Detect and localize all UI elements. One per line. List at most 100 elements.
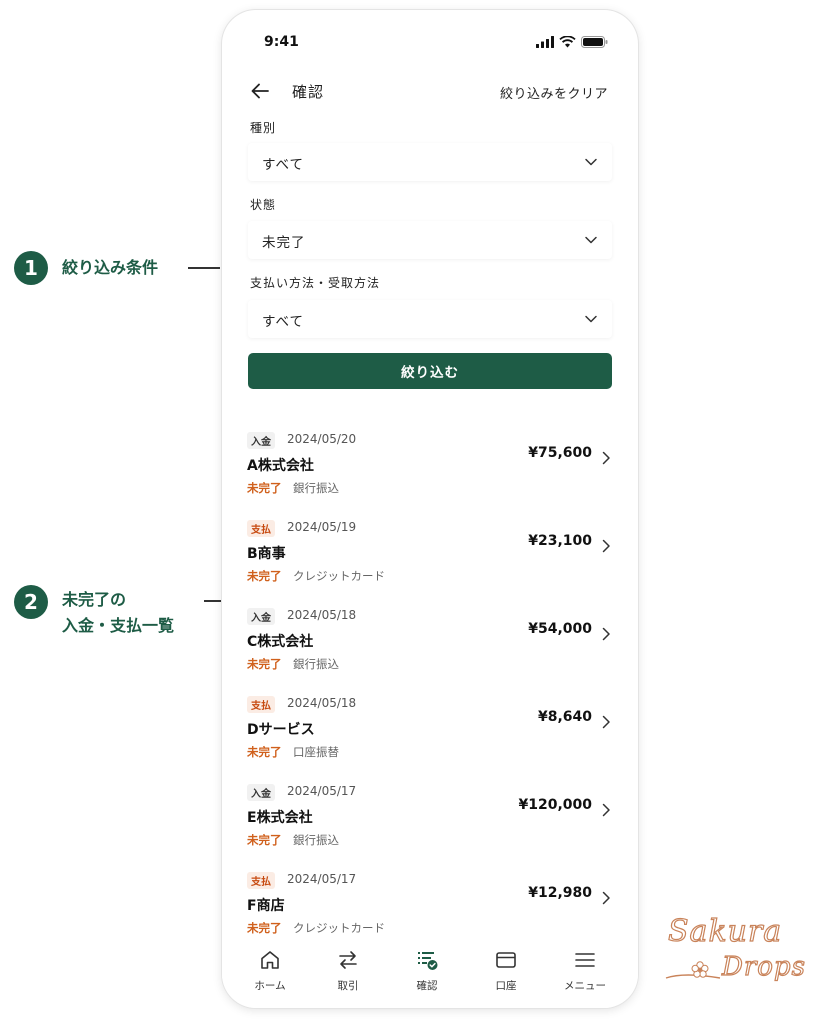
item-method: 銀行振込 (293, 657, 339, 671)
nav-label: 口座 (495, 980, 517, 992)
arrow-left-icon[interactable] (249, 80, 271, 102)
item-date: 2024/05/19 (287, 520, 357, 534)
item-date: 2024/05/20 (287, 432, 357, 446)
signal-icon (536, 36, 554, 48)
nav-label: 取引 (337, 980, 359, 992)
item-name: C株式会社 (247, 634, 314, 650)
item-status: 未完了 (247, 481, 282, 495)
item-date: 2024/05/18 (287, 608, 357, 622)
item-method: クレジットカード (293, 921, 385, 935)
chevron-down-icon (585, 236, 597, 244)
sakura-drops-logo: Sakura Drops (662, 912, 812, 988)
type-badge: 支払 (247, 872, 275, 889)
chevron-down-icon (585, 158, 597, 166)
logo-text-line2: Drops (721, 951, 806, 982)
item-method: クレジットカード (293, 569, 385, 583)
nav-label: 確認 (416, 980, 438, 992)
select-value: すべて (262, 314, 305, 330)
annotation-text: 絞り込み条件 (62, 258, 159, 277)
nav-item-confirm[interactable]: 確認 (388, 948, 466, 1003)
annotation-text-line1: 未完了の (62, 590, 127, 609)
item-status: 未完了 (247, 569, 282, 583)
type-badge: 支払 (247, 520, 275, 537)
nav-item-home[interactable]: ホーム (231, 948, 309, 1003)
nav-label: ホーム (254, 980, 286, 992)
item-amount: ¥23,100 (528, 533, 592, 549)
item-method: 口座振替 (293, 745, 339, 759)
annotation-filter-conditions: 1 絞り込み条件 (14, 251, 158, 285)
bottom-navigation: ホーム 取引 確認 口座 メニュー (222, 940, 638, 1008)
list-item[interactable]: 支払 2024/05/18 Dサービス 未完了 口座振替 ¥8,640 (222, 690, 638, 778)
transfer-icon (339, 951, 357, 969)
item-name: F商店 (247, 898, 285, 914)
item-date: 2024/05/17 (287, 872, 357, 886)
annotation-connector (204, 600, 222, 602)
sakura-flower-icon (665, 961, 721, 979)
chevron-right-icon (602, 891, 610, 905)
item-name: B商事 (247, 546, 286, 562)
item-amount: ¥54,000 (528, 621, 592, 637)
home-icon (261, 951, 279, 969)
filter-label-status: 状態 (250, 198, 277, 212)
header: 確認 絞り込みをクリア (222, 68, 638, 114)
nav-item-menu[interactable]: メニュー (546, 948, 624, 1003)
type-badge: 入金 (247, 784, 275, 801)
chevron-right-icon (602, 627, 610, 641)
checklist-icon (418, 952, 438, 970)
method-select[interactable]: すべて (248, 300, 612, 338)
filter-label-type: 種別 (250, 121, 277, 135)
item-status: 未完了 (247, 657, 282, 671)
item-name: E株式会社 (247, 810, 313, 826)
item-amount: ¥75,600 (528, 445, 592, 461)
item-status: 未完了 (247, 921, 282, 935)
annotation-number: 1 (14, 251, 48, 285)
item-amount: ¥8,640 (537, 709, 592, 725)
item-name: A株式会社 (247, 458, 314, 474)
logo-text-line1: Sakura (667, 913, 783, 949)
status-bar: 9:41 (222, 10, 638, 70)
list-item[interactable]: 入金 2024/05/17 E株式会社 未完了 銀行振込 ¥120,000 (222, 778, 638, 866)
menu-icon (575, 953, 595, 967)
annotation-connector (188, 267, 220, 269)
item-date: 2024/05/18 (287, 696, 357, 710)
annotation-text-line2: 入金・支払一覧 (62, 616, 175, 635)
list-item[interactable]: 入金 2024/05/18 C株式会社 未完了 銀行振込 ¥54,000 (222, 602, 638, 690)
item-status: 未完了 (247, 745, 282, 759)
list-item[interactable]: 支払 2024/05/19 B商事 未完了 クレジットカード ¥23,100 (222, 514, 638, 602)
item-method: 銀行振込 (293, 481, 339, 495)
item-amount: ¥12,980 (528, 885, 592, 901)
type-badge: 入金 (247, 608, 275, 625)
battery-icon (581, 36, 608, 48)
apply-filter-button[interactable]: 絞り込む (248, 353, 612, 389)
status-icons (536, 36, 608, 48)
annotation-incomplete-list: 2 未完了の 入金・支払一覧 (14, 585, 174, 639)
nav-item-account[interactable]: 口座 (467, 948, 545, 1003)
nav-item-transactions[interactable]: 取引 (309, 948, 387, 1003)
filter-label-method: 支払い方法・受取方法 (250, 276, 381, 290)
select-value: 未完了 (262, 235, 306, 251)
item-date: 2024/05/17 (287, 784, 357, 798)
status-time: 9:41 (264, 34, 299, 50)
select-value: すべて (262, 157, 305, 173)
card-icon (496, 952, 516, 968)
item-name: Dサービス (247, 722, 315, 738)
type-select[interactable]: すべて (248, 143, 612, 181)
chevron-down-icon (585, 315, 597, 323)
annotation-number: 2 (14, 585, 48, 619)
chevron-right-icon (602, 803, 610, 817)
annotation-text: 未完了の 入金・支払一覧 (62, 587, 174, 639)
type-badge: 支払 (247, 696, 275, 713)
chevron-right-icon (602, 539, 610, 553)
page-title: 確認 (292, 83, 325, 101)
item-amount: ¥120,000 (518, 797, 592, 813)
type-badge: 入金 (247, 432, 275, 449)
item-status: 未完了 (247, 833, 282, 847)
item-method: 銀行振込 (293, 833, 339, 847)
nav-label: メニュー (564, 980, 606, 992)
clear-filters-link[interactable]: 絞り込みをクリア (500, 83, 608, 102)
wifi-icon (559, 36, 576, 48)
list-item[interactable]: 入金 2024/05/20 A株式会社 未完了 銀行振込 ¥75,600 (222, 426, 638, 514)
chevron-right-icon (602, 715, 610, 729)
status-select[interactable]: 未完了 (248, 221, 612, 259)
chevron-right-icon (602, 451, 610, 465)
